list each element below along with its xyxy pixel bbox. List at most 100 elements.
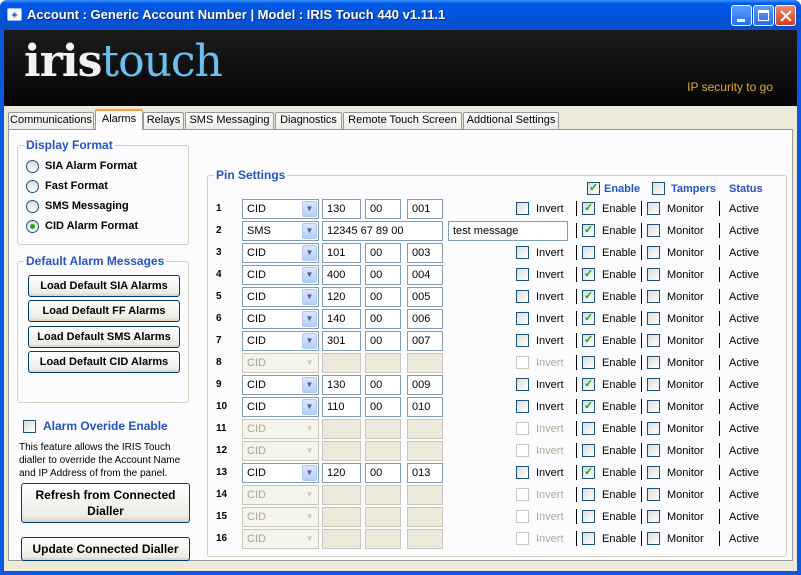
tab-additional-settings[interactable]: Addtional Settings <box>463 112 559 129</box>
monitor-checkbox[interactable]: Monitor <box>647 312 704 325</box>
app-icon[interactable]: ◈ <box>7 8 22 21</box>
monitor-checkbox[interactable]: Monitor <box>647 532 704 545</box>
tab-remote-touch-screen[interactable]: Remote Touch Screen <box>343 112 462 129</box>
monitor-checkbox[interactable]: Monitor <box>647 224 704 237</box>
invert-checkbox[interactable]: Invert <box>516 356 564 369</box>
invert-check[interactable] <box>516 532 529 545</box>
code-field-3[interactable]: 009 <box>407 375 443 395</box>
invert-checkbox[interactable]: Invert <box>516 444 564 457</box>
code-field-3[interactable] <box>407 353 443 373</box>
monitor-checkbox[interactable]: Monitor <box>647 334 704 347</box>
invert-check[interactable] <box>516 510 529 523</box>
code-field-1[interactable] <box>322 353 361 373</box>
code-field-1[interactable] <box>322 419 361 439</box>
enable-check[interactable] <box>582 422 595 435</box>
code-field-2[interactable] <box>365 353 401 373</box>
invert-checkbox[interactable]: Invert <box>516 202 564 215</box>
monitor-checkbox[interactable]: Monitor <box>647 246 704 259</box>
monitor-check[interactable] <box>647 444 660 457</box>
code-field-3[interactable]: 003 <box>407 243 443 263</box>
code-field-1[interactable]: 301 <box>322 331 361 351</box>
monitor-check[interactable] <box>647 334 660 347</box>
enable-all-checkbox[interactable]: Enable <box>587 181 640 195</box>
invert-check[interactable] <box>516 422 529 435</box>
code-field-2[interactable]: 00 <box>365 243 401 263</box>
code-field-2[interactable] <box>365 507 401 527</box>
enable-check[interactable] <box>582 333 595 347</box>
invert-check[interactable] <box>516 290 529 303</box>
code-field-1[interactable]: 130 <box>322 375 361 395</box>
enable-checkbox[interactable]: Enable <box>582 356 636 369</box>
enable-check[interactable] <box>582 223 595 237</box>
enable-check[interactable] <box>582 356 595 369</box>
chevron-down-icon[interactable]: ▼ <box>302 443 317 459</box>
code-field-1[interactable]: 140 <box>322 309 361 329</box>
enable-check[interactable] <box>582 246 595 259</box>
tab-sms-messaging[interactable]: SMS Messaging <box>185 112 274 129</box>
enable-check[interactable] <box>582 377 595 391</box>
sms-message-field[interactable]: test message <box>448 221 568 241</box>
enable-checkbox[interactable]: Enable <box>582 510 636 523</box>
code-field-1[interactable] <box>322 529 361 549</box>
radio-circle-selected[interactable] <box>26 219 39 233</box>
chevron-down-icon[interactable]: ▼ <box>302 245 317 261</box>
chevron-down-icon[interactable]: ▼ <box>302 333 317 349</box>
pin-type-select[interactable]: CID ▼ <box>242 419 319 439</box>
code-field-3[interactable]: 006 <box>407 309 443 329</box>
monitor-checkbox[interactable]: Monitor <box>647 290 704 303</box>
monitor-check[interactable] <box>647 202 660 215</box>
load-default-sia-button[interactable]: Load Default SIA Alarms <box>28 275 180 297</box>
enable-checkbox[interactable]: Enable <box>582 488 636 501</box>
override-check[interactable] <box>23 419 36 433</box>
chevron-down-icon[interactable]: ▼ <box>302 289 317 305</box>
enable-checkbox[interactable]: Enable <box>582 532 636 545</box>
enable-check[interactable] <box>582 465 595 479</box>
code-field-1[interactable] <box>322 507 361 527</box>
refresh-from-dialler-button[interactable]: Refresh from Connected Dialler <box>21 483 190 523</box>
code-field-2[interactable] <box>365 419 401 439</box>
tab-communications[interactable]: Communications <box>8 112 94 129</box>
code-field-3[interactable]: 001 <box>407 199 443 219</box>
pin-type-select[interactable]: SMS ▼ <box>242 221 319 241</box>
enable-checkbox[interactable]: Enable <box>582 201 636 215</box>
enable-checkbox[interactable]: Enable <box>582 223 636 237</box>
monitor-checkbox[interactable]: Monitor <box>647 488 704 501</box>
code-field-2[interactable]: 00 <box>365 309 401 329</box>
monitor-check[interactable] <box>647 268 660 281</box>
monitor-check[interactable] <box>647 378 660 391</box>
enable-checkbox[interactable]: Enable <box>582 465 636 479</box>
invert-checkbox[interactable]: Invert <box>516 532 564 545</box>
invert-checkbox[interactable]: Invert <box>516 466 564 479</box>
pin-type-select[interactable]: CID ▼ <box>242 243 319 263</box>
enable-check[interactable] <box>582 510 595 523</box>
invert-checkbox[interactable]: Invert <box>516 334 564 347</box>
tampers-checkbox[interactable]: Tampers <box>652 182 716 195</box>
monitor-checkbox[interactable]: Monitor <box>647 268 704 281</box>
chevron-down-icon[interactable]: ▼ <box>302 487 317 503</box>
chevron-down-icon[interactable]: ▼ <box>302 421 317 437</box>
radio-circle[interactable] <box>26 199 39 213</box>
enable-check[interactable] <box>582 201 595 215</box>
maximize-button[interactable] <box>753 5 774 26</box>
code-field-2[interactable] <box>365 485 401 505</box>
monitor-check[interactable] <box>647 532 660 545</box>
invert-check[interactable] <box>516 312 529 325</box>
code-field-2[interactable]: 00 <box>365 265 401 285</box>
radio-sia-format[interactable]: SIA Alarm Format <box>26 158 137 174</box>
enable-checkbox[interactable]: Enable <box>582 311 636 325</box>
pin-type-select[interactable]: CID ▼ <box>242 485 319 505</box>
code-field-1[interactable]: 130 <box>322 199 361 219</box>
load-default-sms-button[interactable]: Load Default SMS Alarms <box>28 326 180 348</box>
code-field-1[interactable] <box>322 485 361 505</box>
update-dialler-button[interactable]: Update Connected Dialler <box>21 537 190 561</box>
code-field-1[interactable]: 120 <box>322 287 361 307</box>
radio-sms-messaging[interactable]: SMS Messaging <box>26 198 129 214</box>
monitor-check[interactable] <box>647 422 660 435</box>
invert-check[interactable] <box>516 246 529 259</box>
monitor-checkbox[interactable]: Monitor <box>647 356 704 369</box>
enable-checkbox[interactable]: Enable <box>582 444 636 457</box>
pin-type-select[interactable]: CID ▼ <box>242 199 319 219</box>
code-field-1[interactable]: 120 <box>322 463 361 483</box>
enable-checkbox[interactable]: Enable <box>582 267 636 281</box>
invert-check[interactable] <box>516 444 529 457</box>
